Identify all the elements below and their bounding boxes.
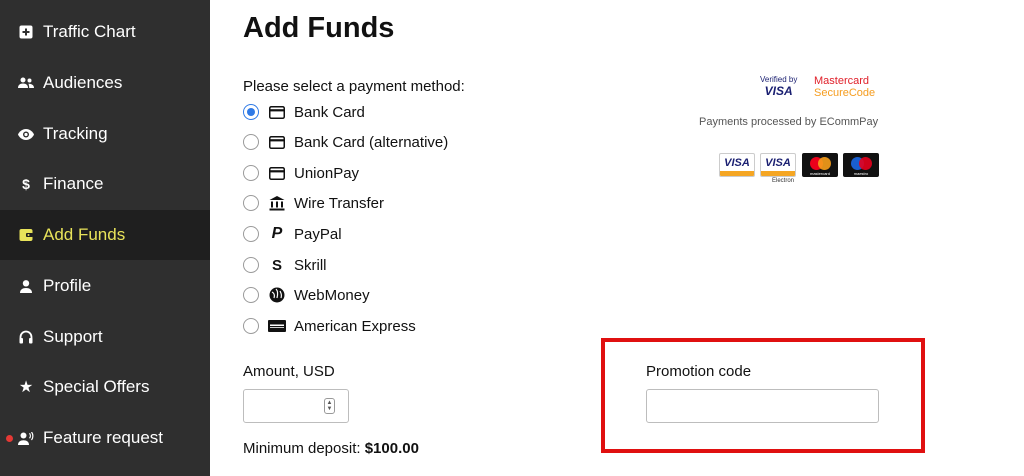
payment-method-label: Wire Transfer (294, 194, 385, 212)
sidebar-item-label: Support (43, 327, 103, 346)
sidebar-item-label: Traffic Chart (43, 22, 136, 41)
notification-dot (6, 434, 13, 442)
securecode-text: SecureCode (814, 86, 876, 99)
amount-label: Amount, USD (243, 363, 335, 380)
sidebar-item-audiences[interactable]: Audiences (0, 58, 210, 108)
minimum-deposit: Minimum deposit: $100.00 (243, 440, 419, 457)
promotion-code-input[interactable] (646, 389, 879, 423)
security-badges: Verified by VISA Mastercard SecureCode (760, 75, 880, 104)
sidebar-item-label: Special Offers (43, 377, 150, 396)
sidebar-item-label: Tracking (43, 124, 108, 143)
sidebar-item-label: Profile (43, 276, 92, 295)
payment-method-unionpay[interactable]: UnionPay (243, 160, 543, 186)
sidebar-item-profile[interactable]: Profile (0, 261, 210, 311)
payment-method-skrill[interactable]: S Skrill (243, 252, 543, 278)
people-icon (18, 75, 34, 91)
sidebar-item-finance[interactable]: $ Finance (0, 159, 210, 209)
payment-method-label: American Express (294, 317, 416, 335)
radio-button[interactable] (243, 226, 259, 242)
sidebar-item-label: Audiences (43, 73, 123, 92)
verified-visa-text: VISA (764, 84, 793, 98)
sidebar-item-add-funds[interactable]: Add Funds (0, 210, 210, 260)
verified-by-text: Verified by (760, 75, 798, 84)
payments-processed-text: Payments processed by ECommPay (699, 116, 879, 128)
amount-stepper[interactable]: ▲ ▼ (324, 398, 335, 414)
radio-button[interactable] (243, 134, 259, 150)
visa-electron-sub-text: Electron (772, 178, 795, 184)
visa-card-logo: VISA (719, 153, 755, 177)
visa-electron-card-logo: VISA (760, 153, 796, 177)
radio-button[interactable] (243, 318, 259, 334)
payment-method-american-express[interactable]: American Express (243, 313, 543, 339)
credit-card-icon (268, 164, 286, 182)
radio-button[interactable] (243, 195, 259, 211)
sidebar-item-special-offers[interactable]: ★ Special Offers (0, 362, 210, 412)
payment-method-label: UnionPay (294, 164, 360, 182)
skrill-icon: S (271, 256, 282, 274)
card-logo-text: mastercard (809, 171, 830, 176)
sidebar-item-label: Add Funds (43, 225, 126, 244)
webmoney-icon (268, 286, 286, 304)
payment-method-label: Bank Card (294, 103, 365, 121)
sidebar-item-label: Finance (43, 174, 104, 193)
star-icon: ★ (18, 379, 34, 396)
amex-icon (268, 317, 286, 335)
maestro-card-logo: maestro (843, 153, 879, 177)
mastercard-text: Mastercard (814, 75, 870, 87)
headset-icon (18, 329, 34, 345)
chevron-down-icon[interactable]: ▼ (327, 406, 333, 412)
payment-method-label: WebMoney (294, 286, 370, 304)
person-icon (18, 278, 34, 294)
promotion-code-label: Promotion code (646, 363, 752, 380)
add-box-icon (18, 24, 34, 40)
sidebar-item-feature-request[interactable]: Feature request (0, 413, 210, 463)
payment-method-paypal[interactable]: P PayPal (243, 221, 543, 247)
sidebar-item-traffic-chart[interactable]: Traffic Chart (0, 7, 210, 57)
credit-card-icon (268, 103, 286, 121)
payment-method-wire-transfer[interactable]: Wire Transfer (243, 190, 543, 216)
verified-by-visa-logo: Verified by VISA (760, 75, 798, 98)
sidebar-item-label: Feature request (43, 428, 164, 447)
minimum-deposit-value: $100.00 (364, 440, 419, 457)
bank-icon (268, 194, 286, 212)
sidebar-item-tracking[interactable]: Tracking (0, 109, 210, 159)
person-voice-icon (18, 430, 34, 446)
credit-card-icon (268, 133, 286, 151)
card-logo-text: VISA (724, 157, 750, 169)
card-logo-text: maestro (853, 171, 869, 176)
sidebar-item-support[interactable]: Support (0, 312, 210, 362)
mastercard-card-logo: mastercard (802, 153, 838, 177)
mastercard-securecode-logo: Mastercard SecureCode (814, 75, 876, 99)
payment-method-webmoney[interactable]: WebMoney (243, 282, 543, 308)
payment-method-prompt: Please select a payment method: (243, 78, 465, 95)
payment-method-label: Bank Card (alternative) (294, 133, 449, 151)
card-logo-text: VISA (765, 157, 791, 169)
payment-method-bank-card-alternative[interactable]: Bank Card (alternative) (243, 129, 543, 155)
payment-method-bank-card[interactable]: Bank Card (243, 99, 543, 125)
sidebar: Traffic Chart Audiences Tracking $ Finan… (0, 0, 210, 476)
paypal-icon: P (271, 225, 283, 242)
card-logos: VISA VISA Electron mastercard maestro (719, 153, 889, 184)
payment-method-label: Skrill (294, 256, 327, 274)
wallet-icon (18, 227, 34, 243)
radio-button[interactable] (243, 287, 259, 303)
minimum-deposit-label: Minimum deposit: (243, 440, 361, 457)
eye-icon (18, 126, 34, 142)
page-title: Add Funds (243, 12, 395, 44)
dollar-icon: $ (22, 176, 30, 192)
radio-button[interactable] (243, 257, 259, 273)
radio-button[interactable] (243, 165, 259, 181)
radio-button[interactable] (243, 104, 259, 120)
payment-method-label: PayPal (294, 225, 342, 243)
